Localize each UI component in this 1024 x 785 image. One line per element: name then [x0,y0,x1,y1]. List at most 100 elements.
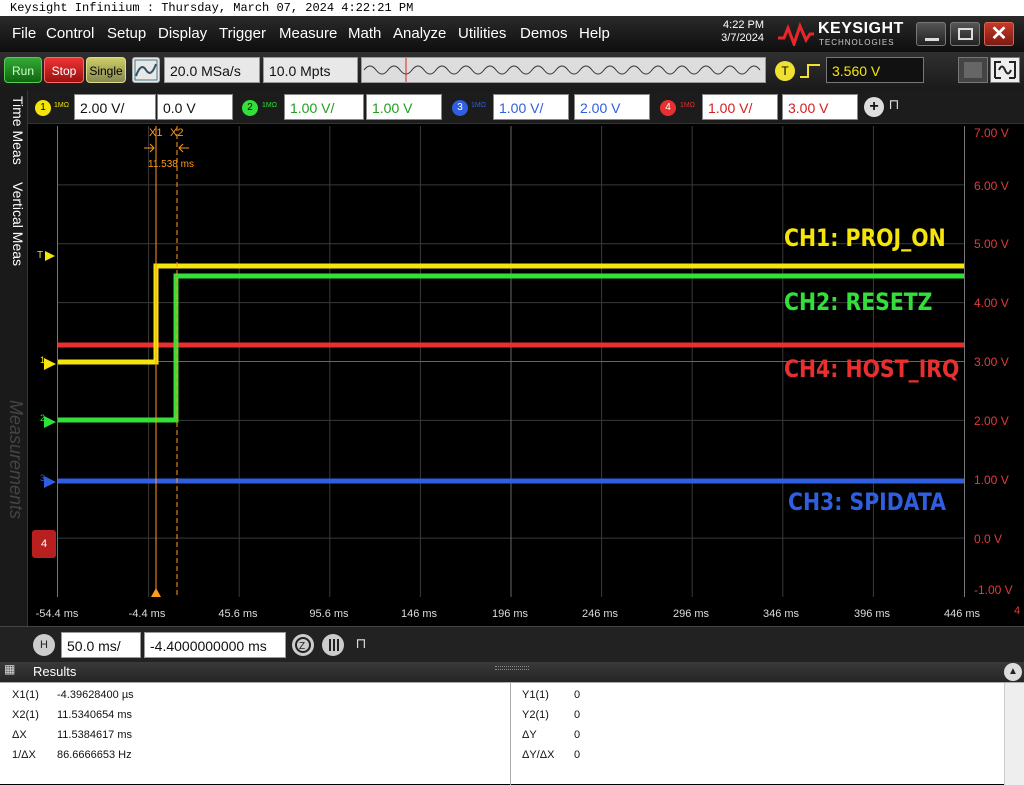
rising-edge-icon[interactable] [798,61,822,81]
trigger-arrow-icon [45,251,55,261]
horizontal-menu-button[interactable] [322,634,344,656]
waveform-display[interactable]: X1 X2 11.538 ms CH1: PROJ_ON CH2: RESETZ… [57,126,965,597]
x-tick-label: 446 ms [943,608,981,620]
collapse-results-button[interactable]: ▲ [1004,663,1022,681]
results-scrollbar[interactable] [1004,683,1024,785]
channel-2-badge[interactable]: 2 [242,100,258,116]
channel-3-ground-marker[interactable]: 3 [38,473,56,488]
result-value: 0 [574,729,581,741]
resize-grip-icon[interactable] [495,666,529,670]
clock-time: 4:22 PM [723,19,764,31]
menu-help[interactable]: Help [579,25,610,42]
menu-math[interactable]: Math [348,25,381,42]
result-value: 11.5384617 ms [57,729,133,741]
channel-1-scale[interactable]: 2.00 V/ [74,94,156,120]
y-tick-label: 1.00 V [974,473,1009,487]
menu-bar: File Control Setup Display Trigger Measu… [0,16,1024,52]
pin-icon[interactable]: ⊓ [886,96,902,113]
autoscale-icon [134,59,158,81]
menu-setup[interactable]: Setup [107,25,146,42]
pin-icon[interactable]: ⊓ [354,635,368,652]
minimize-button[interactable] [916,22,946,46]
channel-4-badge[interactable]: 4 [660,100,676,116]
close-icon: ✕ [990,23,1008,45]
x-tick-label: 396 ms [853,608,891,620]
trigger-level-marker[interactable]: T [37,250,43,261]
trigger-position-marker-icon[interactable] [151,588,161,597]
result-label: ΔX [12,729,27,741]
results-title: Results [33,664,77,679]
result-value: 11.5340654 ms [57,709,133,721]
x-axis-overflow-label: 4 [1014,605,1021,617]
channel-2-offset[interactable]: 1.00 V [366,94,442,120]
horizontal-position-field[interactable]: -4.4000000000 ms [144,632,286,658]
ch3-marker-number: 3 [40,473,46,483]
trigger-badge[interactable]: T [775,61,795,81]
tab-measurements[interactable]: Measurements [2,400,26,519]
chevron-up-icon: ▲ [1008,666,1018,677]
result-label: Y1(1) [522,689,549,701]
autoscale-button[interactable] [132,57,160,83]
menu-display[interactable]: Display [158,25,207,42]
channel-4-scale[interactable]: 1.00 V/ [702,94,778,120]
waveform-overview[interactable] [361,57,766,83]
fit-view-button[interactable] [990,57,1020,83]
ch2-waveform-label: CH2: RESETZ [784,288,933,316]
single-button[interactable]: Single [86,57,126,83]
run-button[interactable]: Run [4,57,42,83]
tab-time-meas[interactable]: Time Meas [2,96,26,165]
cursor-delta-arrow-left-icon [144,143,155,153]
clock-date: 3/7/2024 [721,32,764,44]
result-label: X2(1) [12,709,39,721]
result-value: 0 [574,749,581,761]
cursor-x2-label[interactable]: X2 [170,127,183,139]
trigger-level-field[interactable]: 3.560 V [826,57,924,83]
channel-2-scale[interactable]: 1.00 V/ [284,94,364,120]
maximize-button[interactable] [950,22,980,46]
horizontal-scale-field[interactable]: 50.0 ms/ [61,632,141,658]
menu-measure[interactable]: Measure [279,25,337,42]
result-value: 0 [574,709,581,721]
y-tick-label: 4.00 V [974,296,1009,310]
channel-bar: 1 1MΩ 2.00 V/ 0.0 V 2 1MΩ 1.00 V/ 1.00 V… [0,90,1024,124]
y-tick-label: -1.00 V [974,583,1013,597]
y-tick-label: 3.00 V [974,355,1009,369]
result-label: ΔY [522,729,537,741]
channel-3-impedance: 1MΩ [471,102,486,109]
results-header[interactable]: ▦ Results ▲ [0,662,1024,682]
toolbar-toggle-icon [964,62,982,78]
menu-demos[interactable]: Demos [520,25,568,42]
zoom-button[interactable]: Z [292,634,314,656]
tab-vertical-meas[interactable]: Vertical Meas [2,182,26,266]
channel-1-offset[interactable]: 0.0 V [157,94,233,120]
channel-3-offset[interactable]: 2.00 V [574,94,650,120]
cursor-x1-label[interactable]: X1 [149,127,162,139]
result-label: X1(1) [12,689,39,701]
menu-analyze[interactable]: Analyze [393,25,446,42]
close-button[interactable]: ✕ [984,22,1014,46]
toolbar-toggle-button[interactable] [958,57,988,83]
zoom-icon: Z [295,637,311,653]
menu-control[interactable]: Control [46,25,94,42]
brand-subtitle: TECHNOLOGIES [819,38,895,47]
add-channel-button[interactable]: + [864,97,884,117]
channel-4-offscreen-marker[interactable]: 4 [32,530,56,558]
results-divider [510,683,511,785]
memory-depth-field[interactable]: 10.0 Mpts [263,57,358,83]
channel-2-ground-marker[interactable]: 2 [38,413,56,428]
result-value: -4.39628400 µs [57,689,134,701]
channel-3-badge[interactable]: 3 [452,100,468,116]
menu-trigger[interactable]: Trigger [219,25,266,42]
sample-rate-field[interactable]: 20.0 MSa/s [164,57,260,83]
channel-3-scale[interactable]: 1.00 V/ [493,94,569,120]
menu-file[interactable]: File [12,25,36,42]
menu-utilities[interactable]: Utilities [458,25,506,42]
stop-button[interactable]: Stop [44,57,84,83]
result-label: ΔY/ΔX [522,749,555,761]
horizontal-badge[interactable]: H [33,634,55,656]
channel-4-offset[interactable]: 3.00 V [782,94,858,120]
x-tick-label: 146 ms [400,608,438,620]
channel-1-ground-marker[interactable]: 1 [38,355,56,370]
channel-1-badge[interactable]: 1 [35,100,51,116]
ch1-waveform-label: CH1: PROJ_ON [784,224,946,252]
